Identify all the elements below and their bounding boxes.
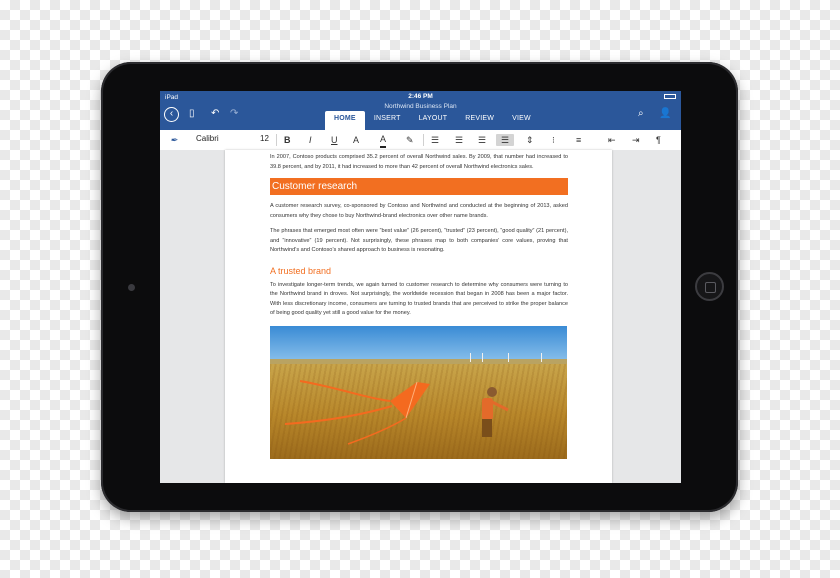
clock: 2:46 PM [408,93,433,100]
kite-tail-1 [299,379,391,402]
document-body[interactable]: In 2007, Contoso products comprised 35.2… [270,153,568,459]
bold-button[interactable]: B [284,134,291,146]
front-camera [128,284,135,291]
ribbon-tabs: HOME INSERT LAYOUT REVIEW VIEW [325,111,540,130]
tab-layout[interactable]: LAYOUT [410,111,457,127]
align-center-icon[interactable]: ☰ [455,134,463,146]
tab-home[interactable]: HOME [325,111,365,130]
font-color-button[interactable]: A [380,134,387,148]
tab-insert[interactable]: INSERT [365,111,410,127]
back-arrow-icon[interactable]: ‹ [164,107,179,122]
share-person-icon[interactable]: 👤 [659,108,671,119]
kite-string [347,416,407,445]
heading-customer-research[interactable]: Customer research [270,178,568,195]
kite-shape [390,381,430,418]
ipad-frame: iPad 2:46 PM Northwind Business Plan ‹ ▯… [101,62,738,512]
tab-review[interactable]: REVIEW [456,111,503,127]
document-page[interactable]: In 2007, Contoso products comprised 35.2… [225,150,612,483]
paragraph-1[interactable]: A customer research survey, co-sponsored… [270,202,568,221]
file-icon[interactable]: ▯ [189,108,195,119]
underline-button[interactable]: U [331,134,338,146]
kite-field-photo[interactable] [270,325,567,459]
undo-icon[interactable]: ↶ [211,108,219,119]
line-spacing-icon[interactable]: ⇕ [526,134,534,146]
separator [276,134,277,146]
tab-view[interactable]: VIEW [503,111,540,127]
paragraph-3[interactable]: To investigate longer-term trends, we ag… [270,281,568,319]
strikethrough-button[interactable]: A [353,134,359,146]
word-title-bar: Northwind Business Plan ‹ ▯ ↶ ↷ HOME INS… [160,103,681,130]
child-body [482,397,493,420]
justify-icon[interactable]: ☰ [496,134,514,146]
paragraph-2[interactable]: The phrases that emerged most often were… [270,227,568,256]
heading-trusted-brand[interactable]: A trusted brand [270,266,568,276]
kite-and-child-illustration [284,379,509,445]
numbering-icon[interactable]: ≡ [576,134,581,146]
align-left-icon[interactable]: ☰ [431,134,439,146]
child-head [487,386,497,397]
indent-icon[interactable]: ⇤ [608,134,616,146]
search-icon[interactable]: ⌕ [638,108,644,119]
redo-icon[interactable]: ↷ [230,108,238,119]
outdent-icon[interactable]: ⇥ [632,134,640,146]
bullets-icon[interactable]: ⁝ [552,134,555,146]
document-canvas[interactable]: In 2007, Contoso products comprised 35.2… [160,150,681,483]
pilcrow-icon[interactable]: ¶ [656,134,661,146]
pen-icon[interactable]: ✒ [170,134,178,146]
highlighter-icon[interactable]: ✎ [406,134,414,146]
home-button[interactable] [695,272,724,301]
battery-icon [664,94,676,99]
child-legs [482,418,492,437]
intro-paragraph[interactable]: In 2007, Contoso products comprised 35.2… [270,153,568,172]
kite-tail-2 [284,404,393,425]
align-right-icon[interactable]: ☰ [478,134,486,146]
child-arm [491,400,509,411]
home-ribbon: ✒ Calibri 12 B I U A A ✎ ☰ ☰ ☰ ☰ ⇕ ⁝ ≡ ⇤… [160,130,681,151]
font-size-dropdown[interactable]: 12 [260,134,269,143]
italic-button[interactable]: I [309,134,312,146]
word-app-screen: iPad 2:46 PM Northwind Business Plan ‹ ▯… [160,91,681,483]
home-button-square-icon [705,282,716,293]
separator [423,134,424,146]
